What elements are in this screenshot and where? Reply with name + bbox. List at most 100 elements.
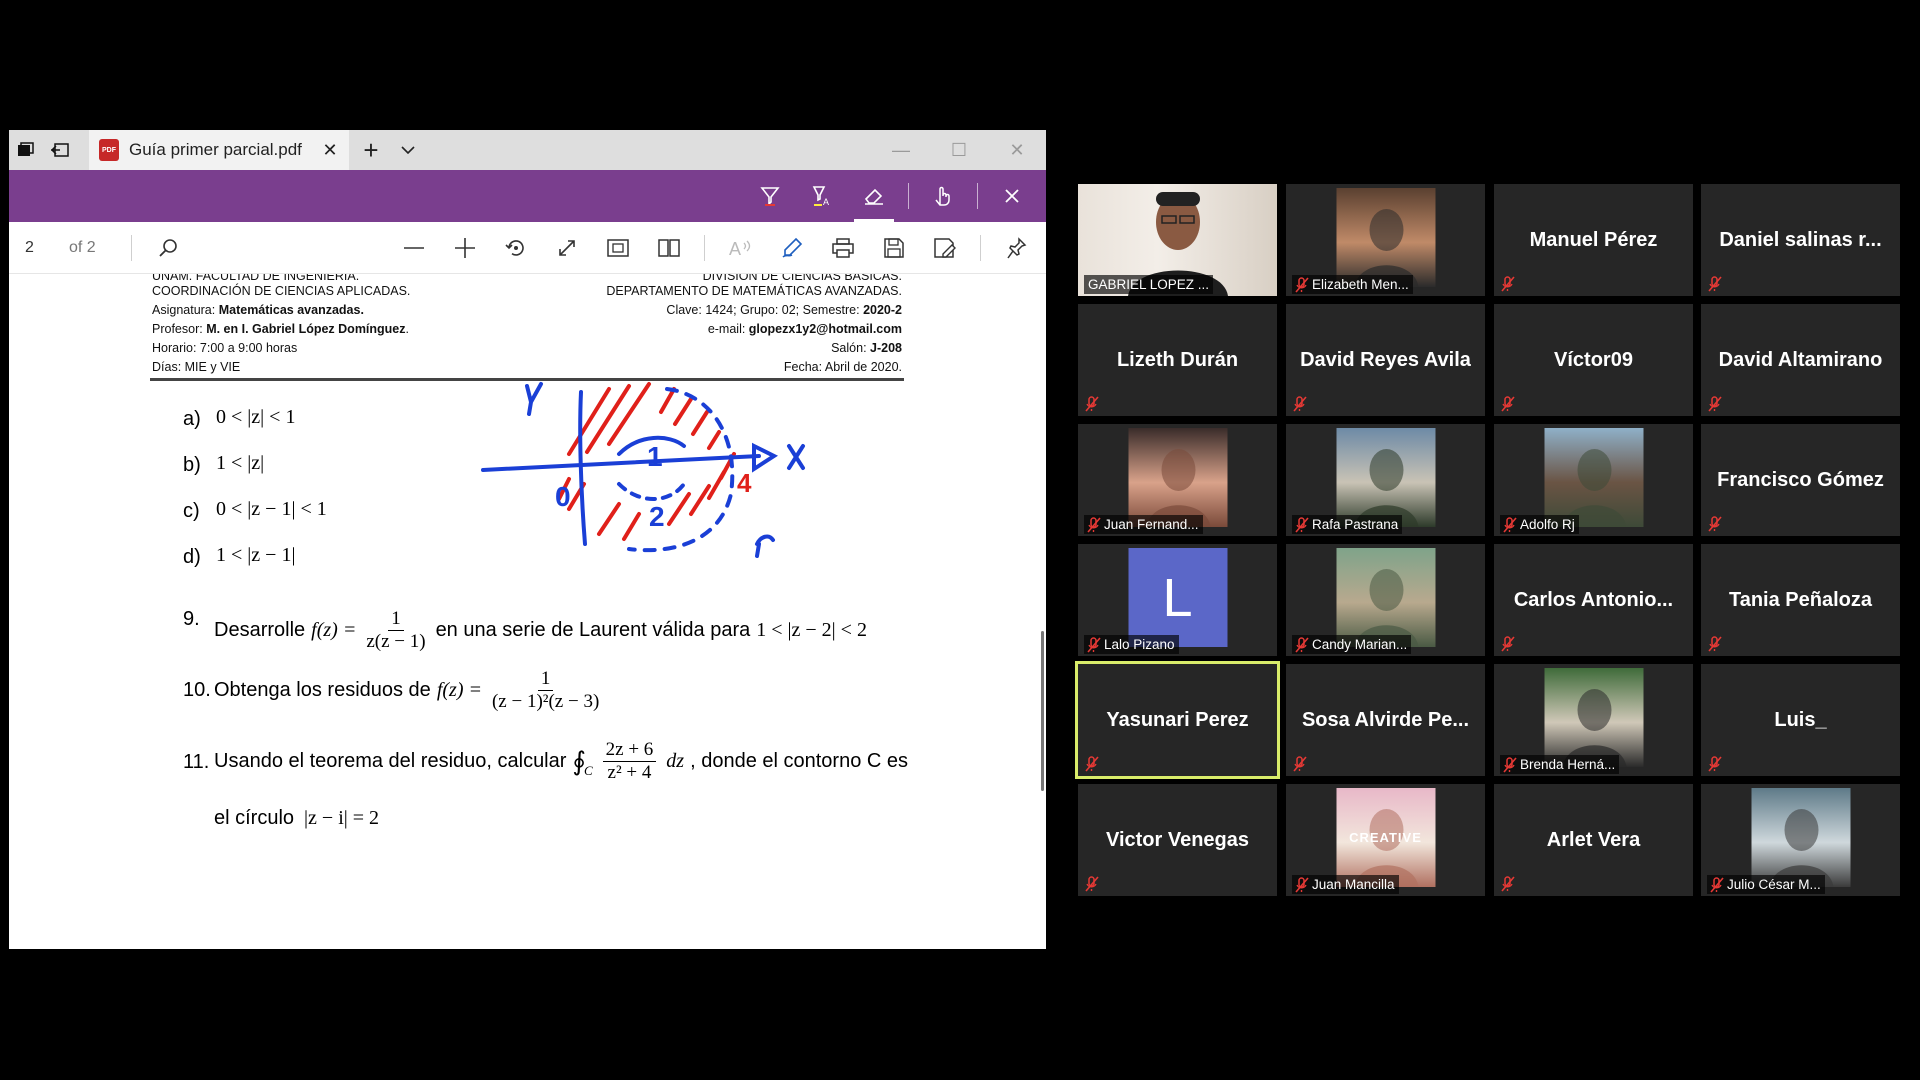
new-tab-icon[interactable]: + bbox=[349, 130, 393, 170]
professor: Profesor: M. en I. Gabriel López Domíngu… bbox=[152, 322, 409, 336]
zoom-in-icon[interactable] bbox=[439, 222, 490, 274]
separator bbox=[704, 234, 705, 261]
participant-tile[interactable]: David Reyes Avila bbox=[1286, 304, 1485, 416]
fit-to-width-icon[interactable] bbox=[541, 222, 592, 274]
item-expr: 1 < |z − 1| bbox=[216, 544, 296, 566]
touch-writing-icon[interactable] bbox=[917, 170, 969, 222]
pen-tool-icon[interactable] bbox=[744, 170, 796, 222]
q10-text: Obtenga los residuos de bbox=[214, 679, 431, 701]
days: Días: MIE y VIE bbox=[152, 360, 241, 374]
participant-name-label: GABRIEL LOPEZ ... bbox=[1084, 275, 1214, 294]
scrollbar[interactable] bbox=[1041, 631, 1044, 791]
participant-tile[interactable]: GABRIEL LOPEZ ... bbox=[1078, 184, 1277, 296]
participant-tile[interactable]: Victor Venegas bbox=[1078, 784, 1277, 896]
participant-tile[interactable]: L Lalo Pizano bbox=[1078, 544, 1277, 656]
highlighter-icon[interactable]: A bbox=[796, 170, 848, 222]
participant-name-label: Adolfo Rj bbox=[1500, 515, 1579, 534]
participant-tile[interactable]: Francisco Gómez bbox=[1701, 424, 1900, 536]
participant-tile[interactable]: CREATIVE Juan Mancilla bbox=[1286, 784, 1485, 896]
close-window-icon[interactable]: ✕ bbox=[988, 130, 1046, 170]
page-view-icon[interactable] bbox=[643, 222, 694, 274]
profile-photo: CREATIVE bbox=[1336, 788, 1435, 887]
participant-name: Lizeth Durán bbox=[1116, 348, 1239, 371]
participant-name: Brenda Herná... bbox=[1520, 757, 1616, 772]
muted-mic-icon bbox=[1295, 277, 1309, 294]
participant-tile[interactable]: Elizabeth Men... bbox=[1286, 184, 1485, 296]
photo-overlay-text: CREATIVE bbox=[1349, 830, 1422, 845]
eraser-icon[interactable] bbox=[848, 170, 900, 222]
read-aloud-icon[interactable]: A bbox=[715, 222, 766, 274]
participant-tile[interactable]: David Altamirano bbox=[1701, 304, 1900, 416]
header-row: Días: MIE y VIE Fecha: Abril de 2020. bbox=[152, 360, 902, 374]
q9-text2: en una serie de Laurent válida para bbox=[435, 619, 751, 641]
item-expr: 1 < |z| bbox=[216, 452, 265, 474]
participant-tile[interactable]: Candy Marian... bbox=[1286, 544, 1485, 656]
participant-tile[interactable]: Víctor09 bbox=[1494, 304, 1693, 416]
separator bbox=[908, 183, 909, 209]
print-icon[interactable] bbox=[817, 222, 868, 274]
participant-tile[interactable]: Julio César M... bbox=[1701, 784, 1900, 896]
fit-page-icon[interactable] bbox=[592, 222, 643, 274]
participant-tile[interactable]: Rafa Pastrana bbox=[1286, 424, 1485, 536]
header-row: Asignatura: Matemáticas avanzadas. Clave… bbox=[152, 303, 902, 317]
participant-tile[interactable]: Yasunari Perez bbox=[1075, 661, 1280, 779]
close-ink-icon[interactable] bbox=[986, 170, 1038, 222]
set-aside-tabs-icon[interactable] bbox=[43, 130, 77, 170]
ink-toolbar: A bbox=[9, 170, 1046, 222]
page-number-input[interactable]: 2 bbox=[25, 232, 61, 264]
save-icon[interactable] bbox=[868, 222, 919, 274]
close-tab-icon[interactable]: ✕ bbox=[321, 140, 339, 161]
profile-photo bbox=[1336, 428, 1435, 527]
search-icon[interactable] bbox=[142, 222, 193, 274]
sketch-region-2: 2 bbox=[649, 501, 665, 532]
participant-tile[interactable]: Brenda Herná... bbox=[1494, 664, 1693, 776]
participant-tile[interactable]: Luis_ bbox=[1701, 664, 1900, 776]
pin-toolbar-icon[interactable] bbox=[991, 222, 1042, 274]
header-left: COORDINACIÓN DE CIENCIAS APLICADAS. bbox=[152, 284, 411, 298]
tab-actions-icon[interactable] bbox=[9, 130, 43, 170]
draw-icon[interactable] bbox=[766, 222, 817, 274]
item-label: a) bbox=[183, 408, 201, 430]
participant-tile[interactable]: Adolfo Rj bbox=[1494, 424, 1693, 536]
active-tab[interactable]: PDF Guía primer parcial.pdf ✕ bbox=[89, 130, 349, 170]
pdf-toolbar: 2 of 2 A bbox=[9, 222, 1046, 274]
participant-tile[interactable]: Juan Fernand... bbox=[1078, 424, 1277, 536]
muted-mic-icon bbox=[1500, 876, 1516, 892]
participant-name-label: Juan Fernand... bbox=[1084, 515, 1203, 534]
muted-mic-icon bbox=[1500, 636, 1516, 652]
participant-name: Manuel Pérez bbox=[1529, 228, 1658, 251]
page-total: of 2 bbox=[69, 238, 96, 256]
participant-name: Víctor09 bbox=[1554, 348, 1633, 371]
zoom-out-icon[interactable] bbox=[388, 222, 439, 274]
save-as-icon[interactable] bbox=[919, 222, 970, 274]
muted-mic-icon bbox=[1087, 637, 1101, 654]
item-label: c) bbox=[183, 500, 200, 522]
muted-mic-icon bbox=[1295, 517, 1309, 534]
rotate-icon[interactable] bbox=[490, 222, 541, 274]
participant-name: Juan Fernand... bbox=[1104, 517, 1199, 532]
muted-mic-icon bbox=[1292, 396, 1308, 412]
participant-tile[interactable]: Arlet Vera bbox=[1494, 784, 1693, 896]
participant-tile[interactable]: Daniel salinas r... bbox=[1701, 184, 1900, 296]
sketch-origin: 0 bbox=[555, 481, 571, 512]
profile-photo bbox=[1336, 548, 1435, 647]
participant-tile[interactable]: Tania Peñaloza bbox=[1701, 544, 1900, 656]
participant-tile[interactable]: Lizeth Durán bbox=[1078, 304, 1277, 416]
minimize-icon[interactable]: — bbox=[872, 130, 930, 170]
room: Salón: J-208 bbox=[831, 341, 902, 355]
participant-tile[interactable]: Carlos Antonio... bbox=[1494, 544, 1693, 656]
pdf-file-icon: PDF bbox=[99, 139, 119, 161]
sketch-point-4: 4 bbox=[737, 468, 752, 498]
participant-name-label: Brenda Herná... bbox=[1500, 755, 1620, 774]
participant-name-label: Julio César M... bbox=[1707, 875, 1825, 894]
participant-name: Candy Marian... bbox=[1312, 637, 1408, 652]
participant-tile[interactable]: Sosa Alvirde Pe... bbox=[1286, 664, 1485, 776]
chevron-down-icon[interactable] bbox=[393, 130, 423, 170]
separator bbox=[977, 183, 978, 209]
maximize-icon[interactable]: ☐ bbox=[930, 130, 988, 170]
header-right: DEPARTAMENTO DE MATEMÁTICAS AVANZADAS. bbox=[606, 284, 902, 298]
participant-tile[interactable]: Manuel Pérez bbox=[1494, 184, 1693, 296]
header-left: UNAM. FACULTAD DE INGENIERÍA. bbox=[152, 274, 360, 283]
item-expr: 0 < |z| < 1 bbox=[216, 406, 296, 428]
tab-title: Guía primer parcial.pdf bbox=[129, 140, 302, 159]
